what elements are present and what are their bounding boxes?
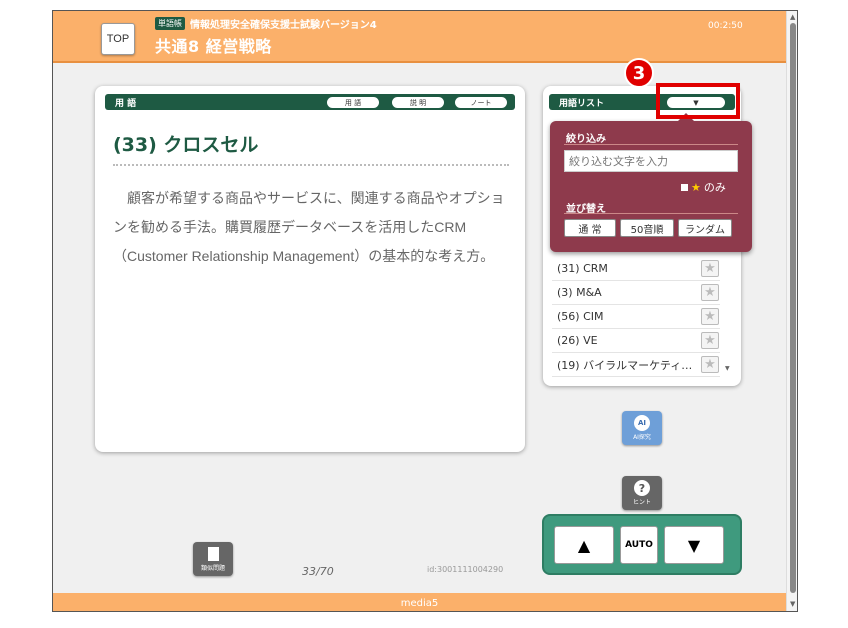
list-scroll-down-icon[interactable]: ▼ [725, 365, 730, 372]
star-icon[interactable]: ★ [701, 260, 719, 277]
term-description: 顧客が希望する商品やサービスに、関連する商品やオプションを勧める手法。購買履歴デ… [113, 190, 505, 264]
ai-explore-button[interactable]: AI AI探究 [622, 411, 662, 445]
filter-heading: 絞り込み [566, 134, 606, 145]
term-card-label: 用 語 [115, 99, 137, 109]
next-button[interactable]: ▼ [664, 526, 724, 564]
star-only-checkbox[interactable]: ★ のみ [681, 179, 726, 195]
ai-explore-label: AI探究 [633, 434, 651, 441]
similar-question-button[interactable]: 類似問題 [193, 542, 233, 576]
note-tab-button[interactable]: ノート [455, 97, 507, 108]
sort-divider [564, 213, 738, 214]
list-item-label: (19) バイラルマーケティ… [557, 358, 693, 372]
term-card: 用 語 用 語 説 明 ノート (33) クロスセル 顧客が希望する商品やサービ… [95, 86, 525, 452]
term-card-bar: 用 語 用 語 説 明 ノート [105, 94, 515, 110]
term-list-label: 用語リスト [559, 99, 605, 109]
footer-label: media5 [400, 597, 439, 609]
item-id: id:3001111004290 [427, 565, 504, 574]
auto-button[interactable]: AUTO [620, 526, 658, 564]
term-title: (33) クロスセル [113, 134, 259, 156]
question-icon: ? [634, 480, 650, 496]
course-subtitle: 情報処理安全確保支援士試験バージョン4 [190, 20, 377, 31]
previous-button[interactable]: ▲ [554, 526, 614, 564]
window-scrollbar[interactable]: ▲ ▼ [786, 11, 797, 611]
sort-random-button[interactable]: ランダム [678, 219, 732, 237]
list-item[interactable]: (19) バイラルマーケティ… ★ [552, 353, 720, 377]
navigation-pad: ▲ AUTO ▼ [542, 514, 742, 575]
sort-gojuon-button[interactable]: 50音順 [620, 219, 674, 237]
top-button[interactable]: TOP [101, 23, 135, 55]
magnifier-icon: AI [634, 415, 650, 431]
list-item-label: (31) CRM [557, 262, 608, 275]
app-window: TOP 単語帳 情報処理安全確保支援士試験バージョン4 共通8 経営戦略 00:… [52, 10, 798, 612]
filter-input[interactable] [564, 150, 738, 172]
similar-question-label: 類似問題 [200, 564, 225, 572]
list-item-label: (26) VE [557, 334, 598, 347]
scroll-down-icon[interactable]: ▼ [790, 600, 795, 608]
document-icon [207, 546, 219, 561]
filter-divider [564, 144, 738, 145]
list-item-label: (3) M&A [557, 286, 602, 299]
timer-display: 00:2:50 [708, 21, 743, 31]
checkbox-icon[interactable] [681, 183, 688, 191]
scroll-thumb[interactable] [790, 23, 796, 593]
explanation-tab-button[interactable]: 説 明 [392, 97, 444, 108]
callout-highlight [656, 83, 740, 119]
header-bar: TOP 単語帳 情報処理安全確保支援士試験バージョン4 共通8 経営戦略 00:… [53, 11, 786, 63]
star-icon[interactable]: ★ [701, 284, 719, 301]
sort-normal-button[interactable]: 通 常 [564, 219, 616, 237]
hint-button[interactable]: ? ヒント [622, 476, 662, 510]
term-tab-button[interactable]: 用 語 [327, 97, 379, 108]
star-icon[interactable]: ★ [701, 332, 719, 349]
star-icon[interactable]: ★ [701, 356, 719, 373]
star-icon[interactable]: ★ [701, 308, 719, 325]
list-item[interactable]: (31) CRM ★ [552, 257, 720, 281]
list-item[interactable]: (56) CIM ★ [552, 305, 720, 329]
star-icon: ★ [691, 180, 701, 194]
list-item[interactable]: (3) M&A ★ [552, 281, 720, 305]
title-divider [113, 164, 509, 166]
page-title: 共通8 経営戦略 [155, 37, 272, 56]
list-item-label: (56) CIM [557, 310, 604, 323]
star-only-label: のみ [703, 181, 726, 194]
page-counter: 33/70 [302, 565, 334, 578]
filter-popup: 絞り込み ★ のみ 並び替え 通 常 50音順 ランダム [550, 113, 752, 252]
footer-bar: media5 [53, 593, 786, 611]
hint-label: ヒント [632, 499, 651, 506]
wordbook-badge: 単語帳 [155, 17, 185, 30]
callout-step-badge: 3 [624, 58, 654, 88]
list-item[interactable]: (26) VE ★ [552, 329, 720, 353]
scroll-up-icon[interactable]: ▲ [790, 13, 795, 21]
